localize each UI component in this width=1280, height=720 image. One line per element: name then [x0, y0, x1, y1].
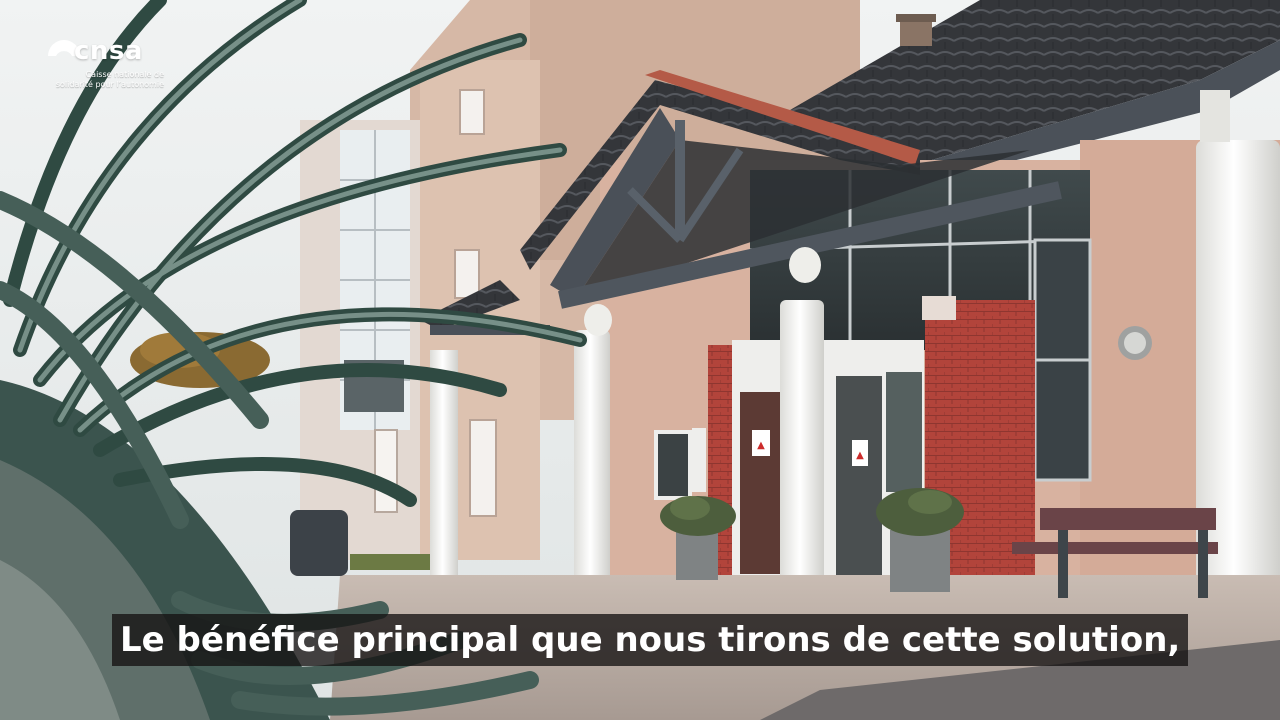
- video-frame: ▲ ▲ cnsa Caisse nationale de solidarité …: [0, 0, 1280, 720]
- building-scene: ▲ ▲: [0, 0, 1280, 720]
- cnsa-logo: cnsa Caisse nationale de solidarité pour…: [44, 30, 164, 90]
- parked-car: [290, 510, 348, 576]
- logo-tagline-line1: Caisse nationale de: [85, 70, 164, 79]
- window-sign: ▲: [757, 440, 765, 451]
- logo-wordmark: cnsa: [74, 36, 143, 66]
- door-sign: ▲: [856, 450, 864, 461]
- logo-tagline-line2: solidarité pour l’autonomie: [55, 80, 164, 89]
- side-window: [654, 430, 692, 500]
- subtitle-caption: Le bénéfice principal que nous tirons de…: [112, 614, 1189, 666]
- logo-mark: cnsa: [44, 30, 164, 70]
